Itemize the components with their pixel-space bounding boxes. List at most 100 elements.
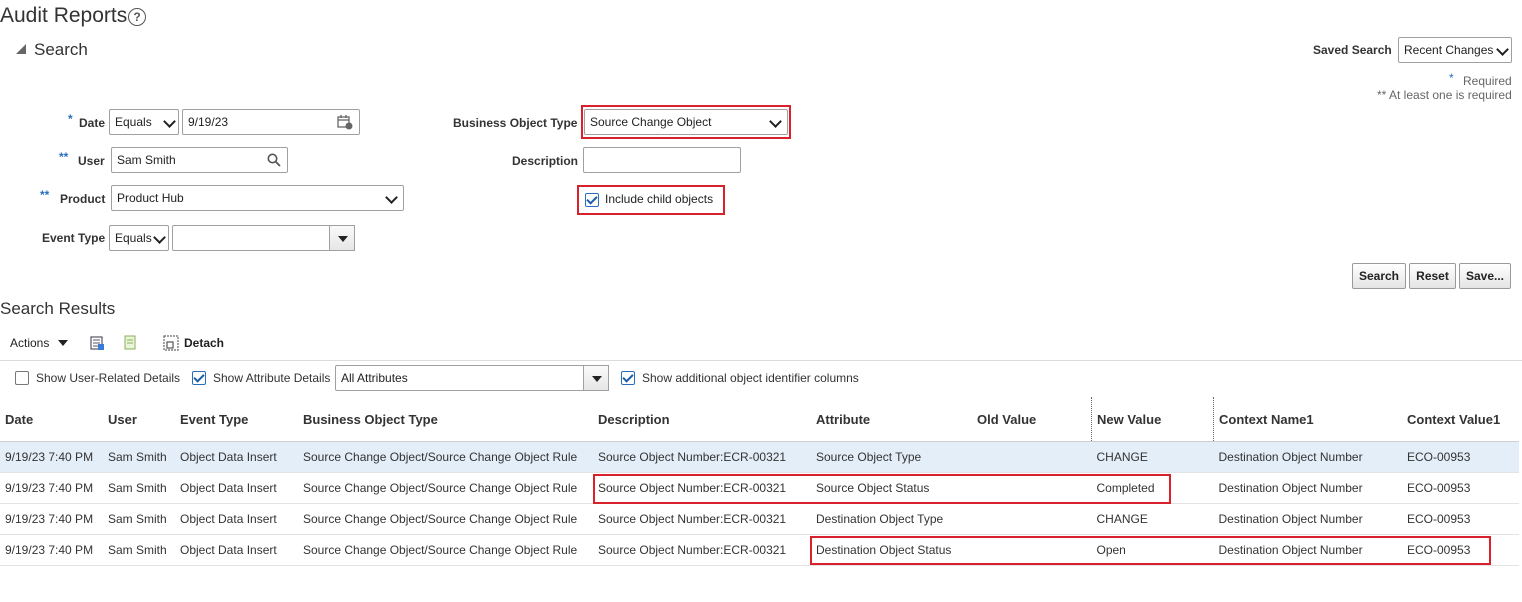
description-label: Description <box>512 154 579 168</box>
show-attribute-details-checkbox[interactable] <box>192 371 206 385</box>
table-row[interactable]: 9/19/23 7:40 PM Sam Smith Object Data In… <box>0 503 1519 535</box>
date-operator-select[interactable]: Equals <box>109 109 179 135</box>
column-header-user[interactable]: User <box>103 397 175 442</box>
actions-menu[interactable]: Actions <box>10 336 68 350</box>
description-input[interactable] <box>583 147 741 173</box>
table-row[interactable]: 9/19/23 7:40 PM Sam Smith Object Data In… <box>0 472 1519 504</box>
cell-new-value: CHANGE <box>1091 441 1214 473</box>
detach-button[interactable]: Detach <box>184 336 224 350</box>
product-value: Product Hub <box>117 191 184 205</box>
dropdown-arrow-button[interactable] <box>583 365 609 391</box>
cell-attribute: Destination Object Status <box>811 534 972 566</box>
date-input[interactable]: 9/19/23 <box>182 109 360 135</box>
divider <box>0 360 1522 361</box>
user-value: Sam Smith <box>117 153 176 167</box>
chevron-down-icon <box>163 115 176 128</box>
table-header-row: Date User Event Type Business Object Typ… <box>0 397 1519 442</box>
cell-attribute: Source Object Status <box>811 472 972 504</box>
column-header-date[interactable]: Date <box>0 397 103 442</box>
cell-business-object-type: Source Change Object/Source Change Objec… <box>298 503 593 535</box>
cell-event-type: Object Data Insert <box>175 534 298 566</box>
show-user-related-checkbox[interactable] <box>15 371 29 385</box>
cell-event-type: Object Data Insert <box>175 441 298 473</box>
dropdown-arrow-button[interactable] <box>329 225 355 251</box>
cell-new-value: CHANGE <box>1091 503 1214 535</box>
cell-old-value <box>972 534 1092 566</box>
attributes-value: All Attributes <box>341 371 408 385</box>
cell-attribute: Destination Object Type <box>811 503 972 535</box>
date-value: 9/19/23 <box>188 115 229 129</box>
cell-old-value <box>972 441 1092 473</box>
date-label: Date <box>79 116 106 130</box>
cell-new-value: Open <box>1091 534 1214 566</box>
search-icon[interactable] <box>267 153 281 167</box>
search-button[interactable]: Search <box>1352 263 1406 289</box>
column-header-old-value[interactable]: Old Value <box>972 397 1092 442</box>
event-type-operator-value: Equals <box>115 231 152 245</box>
cell-description: Source Object Number:ECR-00321 <box>593 534 811 566</box>
product-select[interactable]: Product Hub <box>111 185 404 211</box>
event-type-combobox[interactable] <box>172 225 355 251</box>
cell-description: Source Object Number:ECR-00321 <box>593 472 811 504</box>
reset-button[interactable]: Reset <box>1409 263 1456 289</box>
business-object-type-select[interactable]: Source Change Object <box>584 109 788 135</box>
saved-search-select[interactable]: Recent Changes <box>1398 37 1512 63</box>
user-required-marker: ** <box>59 150 69 164</box>
search-section-title: Search <box>34 40 88 59</box>
show-additional-ids-checkbox[interactable] <box>621 371 635 385</box>
cell-user: Sam Smith <box>103 534 175 566</box>
cell-context-value1: ECO-00953 <box>1402 503 1519 535</box>
cell-business-object-type: Source Change Object/Source Change Objec… <box>298 472 593 504</box>
cell-new-value: Completed <box>1091 472 1214 504</box>
save-button[interactable]: Save... <box>1459 263 1511 289</box>
column-header-new-value[interactable]: New Value <box>1091 397 1214 442</box>
table-row[interactable]: 9/19/23 7:40 PM Sam Smith Object Data In… <box>0 534 1519 566</box>
search-results-title: Search Results <box>0 299 116 318</box>
chevron-down-icon <box>57 340 68 346</box>
table-row[interactable]: 9/19/23 7:40 PM Sam Smith Object Data In… <box>0 441 1519 473</box>
export-to-excel-icon[interactable] <box>89 335 105 351</box>
column-header-business-object-type[interactable]: Business Object Type <box>298 397 593 442</box>
results-table: Date User Event Type Business Object Typ… <box>0 397 1519 566</box>
document-icon[interactable] <box>123 335 137 351</box>
detach-icon[interactable] <box>163 335 179 351</box>
product-required-marker: ** <box>40 188 50 202</box>
calendar-icon[interactable] <box>337 114 353 130</box>
cell-date: 9/19/23 7:40 PM <box>0 534 103 566</box>
cell-context-value1: ECO-00953 <box>1402 472 1519 504</box>
cell-context-value1: ECO-00953 <box>1402 441 1519 473</box>
cell-description: Source Object Number:ECR-00321 <box>593 503 811 535</box>
cell-description: Source Object Number:ECR-00321 <box>593 441 811 473</box>
chevron-down-icon <box>769 115 782 128</box>
include-child-objects-checkbox[interactable] <box>585 193 599 207</box>
column-header-context-value1[interactable]: Context Value1 <box>1402 397 1519 442</box>
column-header-attribute[interactable]: Attribute <box>811 397 972 442</box>
saved-search-value: Recent Changes <box>1404 43 1494 57</box>
include-child-objects-label: Include child objects <box>605 192 714 206</box>
column-header-context-name1[interactable]: Context Name1 <box>1213 397 1402 442</box>
cell-context-name1: Destination Object Number <box>1213 534 1402 566</box>
actions-label: Actions <box>10 336 50 350</box>
chevron-down-icon <box>153 231 166 244</box>
saved-search-label: Saved Search <box>1313 43 1392 57</box>
show-user-related-label: Show User-Related Details <box>36 371 181 385</box>
cell-date: 9/19/23 7:40 PM <box>0 472 103 504</box>
help-icon[interactable]: ? <box>128 8 146 26</box>
date-operator-value: Equals <box>115 115 152 129</box>
column-header-event-type[interactable]: Event Type <box>175 397 298 442</box>
required-note: Required <box>1463 74 1512 88</box>
business-object-type-value: Source Change Object <box>590 115 712 129</box>
cell-event-type: Object Data Insert <box>175 503 298 535</box>
event-type-operator-select[interactable]: Equals <box>109 225 169 251</box>
cell-business-object-type: Source Change Object/Source Change Objec… <box>298 534 593 566</box>
column-header-description[interactable]: Description <box>593 397 811 442</box>
collapse-triangle-icon <box>16 44 26 54</box>
user-input[interactable]: Sam Smith <box>111 147 288 173</box>
search-section-toggle[interactable]: Search <box>16 40 88 60</box>
cell-context-name1: Destination Object Number <box>1213 472 1402 504</box>
show-attribute-details-label: Show Attribute Details <box>213 371 331 385</box>
cell-context-name1: Destination Object Number <box>1213 441 1402 473</box>
cell-date: 9/19/23 7:40 PM <box>0 503 103 535</box>
cell-date: 9/19/23 7:40 PM <box>0 441 103 473</box>
attributes-combobox[interactable]: All Attributes <box>335 365 609 391</box>
